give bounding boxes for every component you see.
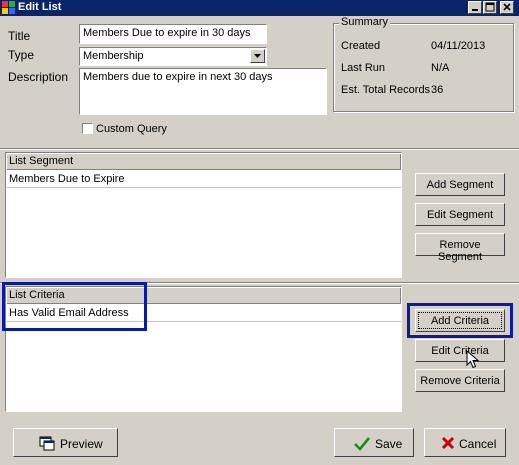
save-label: Save xyxy=(375,437,403,451)
save-button[interactable]: Save xyxy=(334,428,414,457)
summary-label: Summary xyxy=(339,16,391,28)
minimize-button[interactable] xyxy=(468,1,482,14)
edit-segment-button[interactable]: Edit Segment xyxy=(415,203,505,226)
title-bar[interactable]: Edit List xyxy=(0,0,519,16)
remove-segment-button[interactable]: Remove Segment xyxy=(415,233,505,263)
custom-query-checkbox[interactable] xyxy=(82,123,93,134)
description-textarea[interactable]: Members due to expire in next 30 days xyxy=(79,68,327,115)
criteria-list-header[interactable]: List Criteria xyxy=(7,288,401,304)
type-label: Type xyxy=(8,48,35,62)
summary-records-label: Est. Total Records xyxy=(341,84,431,96)
window-title: Edit List xyxy=(18,1,62,13)
preview-label: Preview xyxy=(60,437,103,451)
divider xyxy=(0,148,519,150)
add-segment-button[interactable]: Add Segment xyxy=(415,173,505,196)
close-button[interactable] xyxy=(500,1,514,14)
list-item[interactable]: Has Valid Email Address xyxy=(7,305,401,322)
segment-list-header[interactable]: List Segment xyxy=(7,154,401,170)
type-dropdown-value: Membership xyxy=(83,50,144,62)
chevron-down-icon xyxy=(254,54,261,58)
summary-last-run-value: N/A xyxy=(431,62,450,74)
description-value: Members due to expire in next 30 days xyxy=(83,71,273,83)
focus-ring xyxy=(418,312,502,329)
edit-criteria-label: Edit Criteria xyxy=(431,345,489,357)
type-dropdown-button[interactable] xyxy=(250,49,265,63)
app-icon xyxy=(2,1,15,14)
divider-2 xyxy=(0,282,519,284)
cancel-button[interactable]: Cancel xyxy=(424,428,506,457)
edit-list-window: Edit List Title Members Due to expire in… xyxy=(0,0,519,465)
segment-header-label: List Segment xyxy=(9,155,74,167)
criteria-header-label: List Criteria xyxy=(9,289,65,301)
custom-query-label[interactable]: Custom Query xyxy=(96,123,167,135)
summary-created-value: 04/11/2013 xyxy=(431,40,486,52)
edit-criteria-button[interactable]: Edit Criteria xyxy=(415,339,505,362)
title-input-value: Members Due to expire in 30 days xyxy=(83,27,251,39)
segment-row-label: Members Due to Expire xyxy=(9,173,125,185)
list-item[interactable]: Members Due to Expire xyxy=(7,171,401,188)
summary-created-label: Created xyxy=(341,40,381,52)
preview-button[interactable]: Preview xyxy=(13,428,118,457)
description-label: Description xyxy=(8,70,69,84)
remove-segment-label: Remove Segment xyxy=(437,239,483,263)
title-input[interactable]: Members Due to expire in 30 days xyxy=(79,24,267,44)
remove-criteria-label: Remove Criteria xyxy=(420,375,500,387)
mouse-cursor-icon xyxy=(466,350,480,369)
maximize-icon xyxy=(485,2,495,12)
close-icon xyxy=(503,3,511,11)
maximize-button[interactable] xyxy=(483,1,497,14)
summary-records-value: 36 xyxy=(431,84,444,96)
minimize-icon xyxy=(472,9,478,11)
preview-icon xyxy=(39,436,55,451)
type-dropdown[interactable]: Membership xyxy=(79,47,267,66)
criteria-row-label: Has Valid Email Address xyxy=(9,307,129,319)
summary-last-run-label: Last Run xyxy=(341,62,386,74)
segment-list[interactable]: List Segment Members Due to Expire xyxy=(5,152,402,278)
edit-segment-label: Edit Segment xyxy=(426,209,494,221)
add-segment-label: Add Segment xyxy=(426,179,494,191)
cancel-x-icon xyxy=(441,436,455,450)
remove-criteria-button[interactable]: Remove Criteria xyxy=(415,369,505,392)
criteria-list[interactable]: List Criteria Has Valid Email Address xyxy=(5,286,402,412)
checkmark-icon xyxy=(354,437,370,451)
cancel-label: Cancel xyxy=(459,437,497,451)
title-label: Title xyxy=(8,29,31,43)
